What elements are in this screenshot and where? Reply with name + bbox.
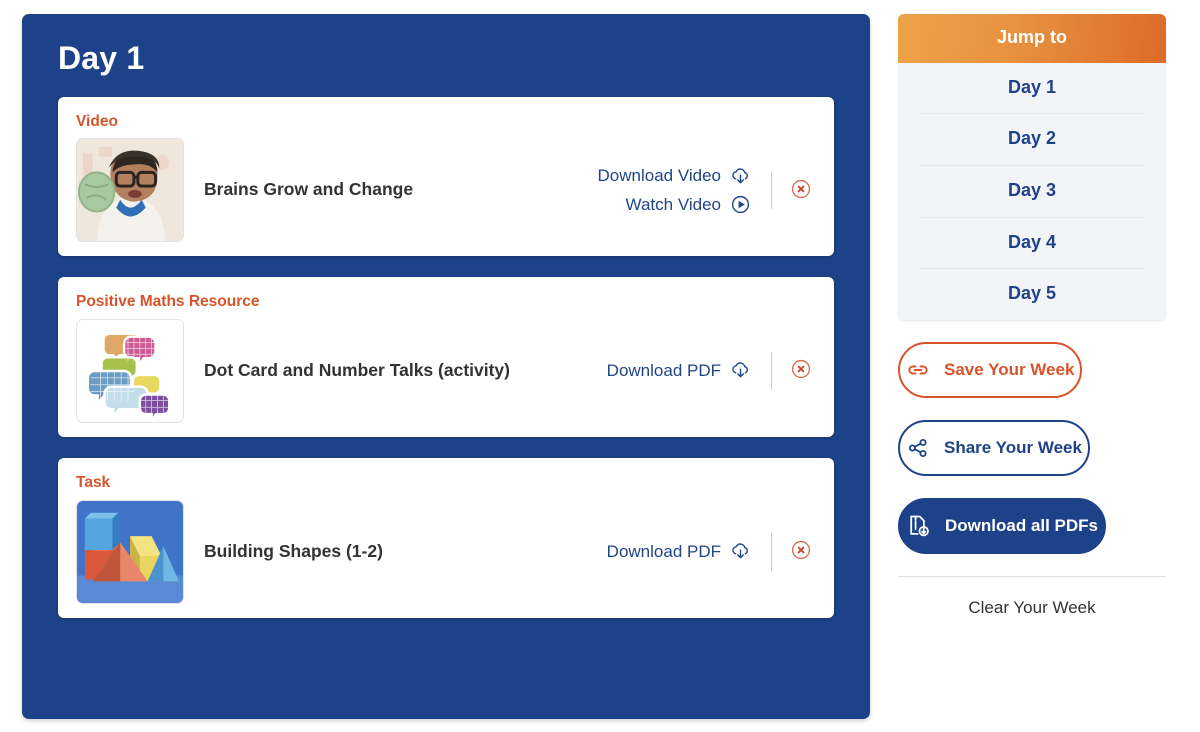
card-list: Video Brains Grow and Change Download Vi… <box>22 80 870 618</box>
card-actions: Download PDF <box>607 351 816 390</box>
card-body: Dot Card and Number Talks (activity) Dow… <box>76 318 816 423</box>
save-your-week-label: Save Your Week <box>944 359 1075 379</box>
cloud-download-icon <box>730 166 751 187</box>
resource-thumbnail-dot-card-and-number-talks[interactable] <box>76 318 184 423</box>
jump-to-item-day-2[interactable]: Day 2 <box>920 114 1144 166</box>
card-kicker: Video <box>76 112 118 130</box>
jump-to-item-day-1[interactable]: Day 1 <box>920 63 1144 115</box>
link-chain-icon <box>906 358 944 382</box>
circle-x-remove-icon <box>790 358 812 383</box>
download-pdf-link[interactable]: Download PDF <box>607 539 751 565</box>
card-actions: Download Video Watch Video <box>598 163 817 217</box>
clear-your-week-button[interactable]: Clear Your Week <box>898 577 1166 619</box>
resource-title: Building Shapes (1-2) <box>204 540 383 561</box>
download-all-pdfs-button[interactable]: Download all PDFs <box>898 497 1107 554</box>
card-body: Brains Grow and Change Download Video Wa… <box>76 138 817 243</box>
card-actions: Download PDF <box>607 532 816 571</box>
download-pdf-label: Download PDF <box>606 541 721 561</box>
card-kicker: Positive Maths Resource <box>76 293 260 311</box>
card-kicker: Task <box>76 473 111 491</box>
action-divider <box>771 532 772 571</box>
page-root: Day 1 Video Brains Grow and Change Downl… <box>0 0 1200 732</box>
day-panel: Day 1 Video Brains Grow and Change Downl… <box>22 14 870 719</box>
page-title: Day 1 <box>58 40 145 76</box>
resource-card-maths: Positive Maths Resource Dot Card and Num… <box>58 277 834 437</box>
download-all-pdfs-label: Download all PDFs <box>945 515 1099 535</box>
circle-x-remove-icon <box>790 178 812 203</box>
download-video-label: Download Video <box>597 166 722 186</box>
download-video-link[interactable]: Download Video <box>598 163 752 189</box>
share-nodes-icon <box>906 436 944 460</box>
jump-to-item-day-4[interactable]: Day 4 <box>920 218 1144 270</box>
share-your-week-button[interactable]: Share Your Week <box>898 419 1090 476</box>
remove-resource-button[interactable] <box>790 179 812 201</box>
jump-to-item-day-5[interactable]: Day 5 <box>920 269 1144 320</box>
play-circle-icon <box>730 194 751 215</box>
sidebar: Jump to Day 1 Day 2 Day 3 Day 4 Day 5 Sa… <box>898 14 1166 619</box>
task-thumbnail-building-shapes[interactable] <box>76 499 184 604</box>
download-pdf-label: Download PDF <box>606 361 721 381</box>
jump-to-item-day-3[interactable]: Day 3 <box>920 166 1144 218</box>
download-pdf-link[interactable]: Download PDF <box>607 358 751 384</box>
circle-x-remove-icon <box>790 539 812 564</box>
save-your-week-button[interactable]: Save Your Week <box>898 341 1083 398</box>
card-body: Building Shapes (1-2) Download PDF <box>76 499 816 604</box>
remove-resource-button[interactable] <box>790 360 812 382</box>
action-links: Download PDF <box>607 539 751 565</box>
resource-card-task: Task Building Shapes (1-2) Download PDF <box>58 457 834 618</box>
remove-resource-button[interactable] <box>790 541 812 563</box>
cloud-download-icon <box>730 360 751 381</box>
watch-video-label: Watch Video <box>625 194 721 214</box>
jump-to-header: Jump to <box>898 14 1166 63</box>
watch-video-link[interactable]: Watch Video <box>626 192 751 218</box>
action-divider <box>771 351 772 390</box>
resource-title: Brains Grow and Change <box>204 179 414 200</box>
share-your-week-label: Share Your Week <box>944 437 1082 457</box>
resource-card-video: Video Brains Grow and Change Download Vi… <box>58 96 834 257</box>
action-links: Download Video Watch Video <box>598 163 752 217</box>
video-thumbnail-brains-grow-and-change[interactable] <box>76 138 184 243</box>
file-zipper-download-icon <box>906 513 945 538</box>
jump-to-panel: Jump to Day 1 Day 2 Day 3 Day 4 Day 5 <box>898 14 1166 320</box>
jump-to-list: Day 1 Day 2 Day 3 Day 4 Day 5 <box>898 62 1166 320</box>
action-divider <box>771 171 772 210</box>
action-links: Download PDF <box>607 358 751 384</box>
cloud-download-icon <box>730 541 751 562</box>
resource-title: Dot Card and Number Talks (activity) <box>204 360 510 381</box>
